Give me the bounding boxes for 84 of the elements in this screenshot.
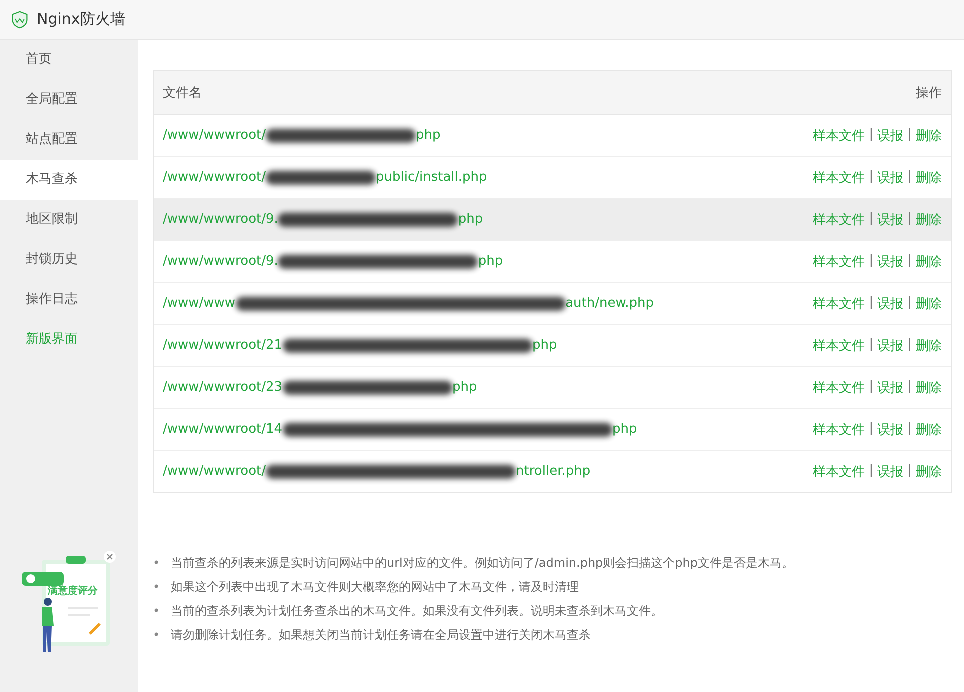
separator: | (908, 252, 912, 270)
file-path: /www/wwwroot/14 (163, 422, 283, 437)
separator: | (869, 168, 874, 186)
action-link[interactable]: 样本文件 (813, 126, 866, 144)
sidebar-item[interactable]: 封锁历史 (0, 240, 138, 280)
separator: | (908, 168, 912, 186)
action-link[interactable]: 样本文件 (813, 462, 866, 480)
separator: | (908, 378, 912, 396)
sidebar-item[interactable]: 全局配置 (0, 80, 138, 120)
bullet: • (153, 627, 162, 644)
action-link[interactable]: 误报 (878, 294, 904, 312)
action-link[interactable]: 误报 (878, 210, 904, 228)
separator: | (869, 294, 874, 312)
file-path: /www/wwwroot/23 (163, 380, 283, 395)
file-path: php (532, 338, 558, 353)
action-link[interactable]: 样本文件 (813, 336, 866, 354)
survey-label: 满意度评分 (48, 586, 98, 597)
action-link[interactable]: 删除 (916, 168, 942, 186)
file-path: php (416, 128, 441, 143)
action-link[interactable]: 误报 (878, 252, 904, 270)
file-path: php (478, 254, 504, 269)
file-path: php (452, 380, 478, 395)
action-link[interactable]: 误报 (878, 378, 904, 396)
action-link[interactable]: 误报 (878, 420, 904, 438)
action-link[interactable]: 误报 (878, 462, 904, 480)
file-path: /www/wwwroot/21 (163, 338, 283, 353)
action-link[interactable]: 误报 (878, 168, 904, 186)
file-path: /www/www (163, 296, 236, 311)
file-path: public/install.php (376, 170, 488, 185)
action-link[interactable]: 样本文件 (813, 168, 866, 186)
action-link[interactable]: 删除 (916, 126, 942, 144)
action-link[interactable]: 删除 (916, 336, 942, 354)
sidebar-item[interactable]: 站点配置 (0, 120, 138, 160)
sidebar-item[interactable]: 新版界面 (0, 320, 138, 360)
action-link[interactable]: 删除 (916, 294, 942, 312)
separator: | (908, 294, 912, 312)
separator: | (869, 462, 874, 480)
file-path: auth/new.php (566, 296, 654, 311)
separator: | (908, 462, 912, 480)
action-link[interactable]: 样本文件 (813, 294, 866, 312)
window-title: Nginx防火墙 (37, 10, 126, 29)
file-path: /www/wwwroot/ (163, 170, 266, 185)
action-link[interactable]: 删除 (916, 252, 942, 270)
sidebar-item[interactable]: 首页 (0, 40, 138, 80)
separator: | (869, 336, 874, 354)
file-path: ntroller.php (516, 464, 591, 479)
separator: | (869, 210, 874, 228)
action-link[interactable]: 删除 (916, 462, 942, 480)
action-link[interactable]: 样本文件 (813, 378, 866, 396)
separator: | (869, 252, 874, 270)
file-path: /www/wwwroot/ (163, 128, 266, 143)
separator: | (869, 378, 874, 396)
file-path: php (458, 212, 484, 227)
note-text: 请勿删除计划任务。如果想关闭当前计划任务请在全局设置中进行关闭木马查杀 (171, 627, 591, 644)
action-link[interactable]: 删除 (916, 378, 942, 396)
sidebar-item[interactable]: 木马查杀 (0, 160, 138, 200)
action-link[interactable]: 样本文件 (813, 252, 866, 270)
sidebar-item[interactable]: 操作日志 (0, 280, 138, 320)
column-header: 文件名 (163, 84, 202, 102)
bullet: • (153, 603, 162, 620)
note-text: 当前的查杀列表为计划任务查杀出的木马文件。如果没有文件列表。说明未查杀到木马文件。 (171, 603, 663, 620)
separator: | (869, 420, 874, 438)
bullet: • (153, 579, 162, 596)
action-link[interactable]: 样本文件 (813, 210, 866, 228)
file-path: php (612, 422, 638, 437)
file-path: /www/wwwroot/9. (163, 254, 278, 269)
separator: | (908, 336, 912, 354)
column-header: 操作 (916, 84, 942, 102)
separator: | (869, 126, 874, 144)
note-text: 当前查杀的列表来源是实时访问网站中的url对应的文件。例如访问了/admin.php则会扫描这个php文件是否是木马。 (171, 555, 794, 572)
bullet: • (153, 555, 162, 572)
sidebar-item[interactable]: 地区限制 (0, 200, 138, 240)
file-path: /www/wwwroot/9. (163, 212, 278, 227)
action-link[interactable]: 样本文件 (813, 420, 866, 438)
action-link[interactable]: 误报 (878, 336, 904, 354)
file-path: /www/wwwroot/ (163, 464, 266, 479)
separator: | (908, 126, 912, 144)
separator: | (908, 210, 912, 228)
action-link[interactable]: 误报 (878, 126, 904, 144)
action-link[interactable]: 删除 (916, 420, 942, 438)
action-link[interactable]: 删除 (916, 210, 942, 228)
note-text: 如果这个列表中出现了木马文件则大概率您的网站中了木马文件，请及时清理 (171, 579, 579, 596)
separator: | (908, 420, 912, 438)
shield-icon (11, 10, 29, 28)
